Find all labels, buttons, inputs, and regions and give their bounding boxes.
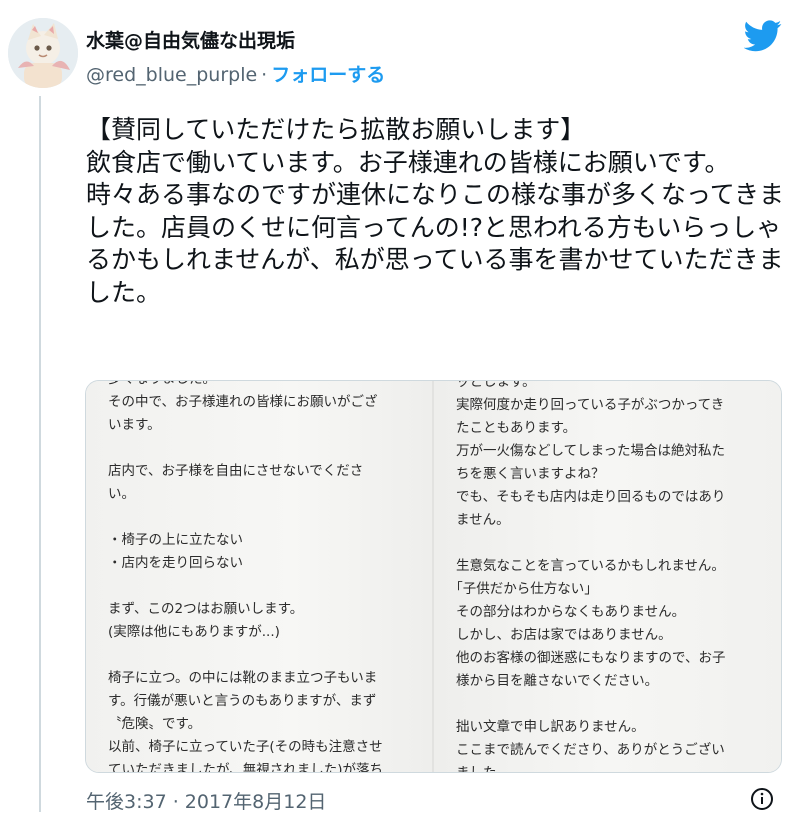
avatar[interactable] xyxy=(8,18,78,88)
tweet-text: 【賛同していただけたら拡散お願いします】 飲食店で働いています。お子様連れの皆様… xyxy=(86,114,786,309)
tweet-line-3: 時々ある事なのですが連休になりこの様な事が多くなってきました。店員のくせに何言っ… xyxy=(86,180,785,307)
avatar-illustration xyxy=(8,18,78,88)
media-image-left-text: 多くなりました。 その中で、お子様連れの皆様にお願いがござ います。 店内で、お… xyxy=(108,381,383,772)
tweet-media[interactable]: 多くなりました。 その中で、お子様連れの皆様にお願いがござ います。 店内で、お… xyxy=(85,380,782,773)
info-icon[interactable] xyxy=(750,787,774,811)
tweet-line-2: 飲食店で働いています。お子様連れの皆様にお願いです。 xyxy=(86,147,730,177)
thread-line xyxy=(39,96,41,812)
author-name[interactable]: 水葉@自由気儘な出現垢 xyxy=(86,26,295,53)
media-image-right[interactable]: ッとします。 実際何度か走り回っている子がぶつかってき たこともあります。 万が… xyxy=(434,381,781,772)
tweet-timestamp[interactable]: 午後3:37 · 2017年8月12日 xyxy=(86,787,326,814)
author-handle[interactable]: @red_blue_purple xyxy=(86,64,257,86)
media-image-right-text: ッとします。 実際何度か走り回っている子がぶつかってき たこともあります。 万が… xyxy=(456,381,726,772)
twitter-bird-icon[interactable] xyxy=(744,20,782,52)
media-image-left[interactable]: 多くなりました。 その中で、お子様連れの皆様にお願いがござ います。 店内で、お… xyxy=(86,381,432,772)
follow-link[interactable]: フォローする xyxy=(271,64,385,86)
tweet-line-1: 【賛同していただけたら拡散お願いします】 xyxy=(86,115,586,144)
meta-separator: · xyxy=(261,64,268,86)
author-meta-row: @red_blue_purple · フォローする xyxy=(86,60,385,87)
